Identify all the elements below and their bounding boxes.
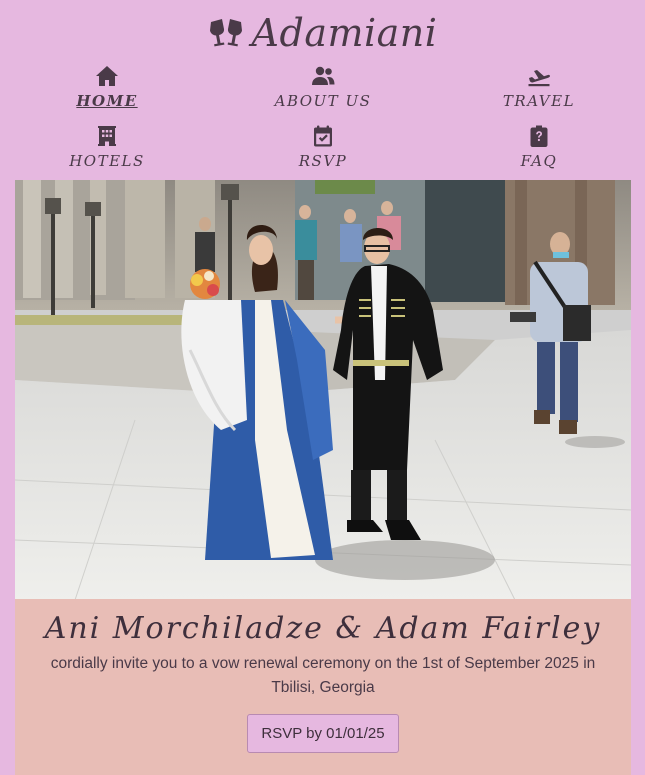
plane-departure-icon — [528, 70, 551, 87]
couple-photo — [15, 180, 631, 600]
invitation-text: cordially invite you to a vow renewal ce… — [50, 655, 596, 696]
users-icon — [312, 66, 335, 85]
nav-label-hotels: HOTELS — [69, 152, 145, 170]
nav-item-hotels[interactable]: HOTELS — [37, 124, 177, 170]
nav-item-travel[interactable]: TRAVEL — [469, 64, 609, 110]
couple-names: Ani Morchiladze & Adam Fairley — [44, 611, 602, 646]
nav-label-faq: FAQ — [520, 152, 558, 170]
nav-item-rsvp[interactable]: RSVP — [253, 124, 393, 170]
calendar-check-icon — [314, 125, 332, 147]
hotel-icon — [98, 126, 116, 146]
nav-item-faq[interactable]: FAQ — [469, 124, 609, 170]
site-header: Adamiani — [0, 10, 645, 56]
nav-label-home: HOME — [76, 92, 138, 110]
rsvp-button[interactable]: RSVP by 01/01/25 — [247, 714, 399, 753]
nav-label-travel: TRAVEL — [502, 92, 576, 110]
nav-item-about-us[interactable]: ABOUT US — [253, 64, 393, 110]
clipboard-question-icon — [530, 125, 548, 147]
invitation-section: Ani Morchiladze & Adam Fairley cordially… — [15, 599, 631, 775]
wine-glasses-icon — [209, 19, 242, 47]
nav-item-home[interactable]: HOME — [37, 64, 177, 110]
brand-name[interactable]: Adamiani — [252, 11, 438, 55]
nav-label-rsvp: RSVP — [298, 152, 348, 170]
home-icon — [96, 66, 118, 86]
couple-photo-illustration — [15, 180, 631, 600]
nav-label-about-us: ABOUT US — [274, 92, 372, 110]
